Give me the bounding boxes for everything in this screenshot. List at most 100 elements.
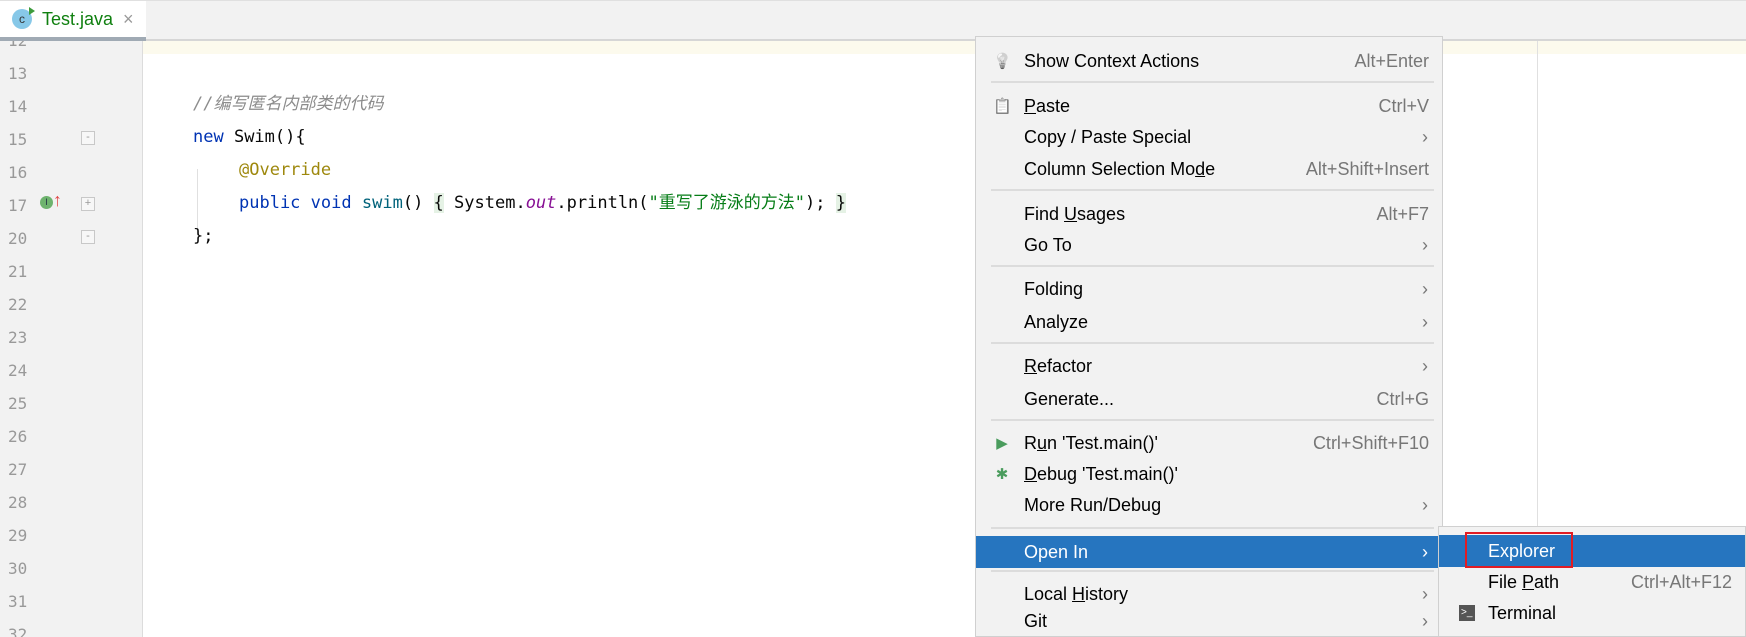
submenu-arrow-icon: › — [1422, 278, 1428, 299]
submenu-arrow-icon: › — [1422, 494, 1428, 515]
submenu-arrow-icon: › — [1422, 355, 1428, 376]
code-text: }; — [193, 226, 214, 246]
menu-item-paste[interactable]: 📋 Paste Ctrl+V — [976, 90, 1442, 122]
debug-bug-icon: ✱ — [995, 466, 1009, 483]
editor-context-menu: 💡 Show Context Actions Alt+Enter 📋 Paste Ctrl… — [975, 36, 1443, 637]
menu-item-generate[interactable]: Generate... Ctrl+G — [976, 383, 1442, 415]
editor-tab-bar: c Test.java × — [0, 0, 1746, 41]
submenu-item-label: Terminal — [1488, 602, 1557, 623]
menu-item-open-in[interactable]: Open In › — [976, 536, 1442, 568]
menu-item-more-run-debug[interactable]: More Run/Debug › — [976, 489, 1442, 521]
menu-item-label: Run 'Test.main()' — [1024, 432, 1158, 453]
menu-separator — [991, 189, 1434, 191]
terminal-icon: >_ — [1459, 605, 1475, 621]
lightbulb-icon: 💡 — [993, 53, 1012, 70]
line-number: 22 — [8, 295, 28, 314]
line-number: 31 — [8, 592, 28, 611]
menu-separator — [991, 527, 1434, 529]
line-number: 16 — [8, 163, 28, 182]
line-number: 30 — [8, 559, 28, 578]
shortcut: Alt+Enter — [1354, 50, 1429, 71]
editor-gutter: 12 13 14 15 16 17 20 21 22 23 24 25 26 27 28 29 30 31 32 — [0, 41, 143, 637]
code-line-15: new Swim(){ — [193, 121, 306, 154]
menu-item-show-context-actions[interactable]: 💡 Show Context Actions Alt+Enter — [976, 45, 1442, 77]
line-number: 29 — [8, 526, 28, 545]
menu-item-label: Paste — [1024, 95, 1071, 116]
menu-item-find-usages[interactable]: Find Usages Alt+F7 — [976, 198, 1442, 230]
menu-item-label: Analyze — [1024, 311, 1089, 332]
tab-test-java[interactable]: c Test.java × — [0, 1, 146, 41]
submenu-arrow-icon: › — [1422, 541, 1428, 562]
menu-item-label: Debug 'Test.main()' — [1024, 463, 1178, 484]
submenu-arrow-icon: › — [1422, 126, 1428, 147]
menu-item-label: Show Context Actions — [1024, 50, 1200, 71]
clipboard-icon: 📋 — [993, 98, 1012, 115]
submenu-arrow-icon: › — [1422, 610, 1428, 631]
line-number: 26 — [8, 427, 28, 446]
submenu-item-label: File Path — [1488, 571, 1560, 592]
menu-separator — [991, 342, 1434, 344]
current-line-highlight — [143, 41, 1746, 54]
keyword: public — [239, 193, 301, 213]
menu-separator — [991, 265, 1434, 267]
line-number: 28 — [8, 493, 28, 512]
code-text: Swim(){ — [223, 127, 306, 147]
menu-item-run-test-main[interactable]: ▶ Run 'Test.main()' Ctrl+Shift+F10 — [976, 427, 1442, 459]
menu-item-git[interactable]: Git › — [976, 605, 1442, 637]
menu-separator — [991, 570, 1434, 572]
menu-item-debug-test-main[interactable]: ✱ Debug 'Test.main()' — [976, 458, 1442, 490]
fold-collapse-icon[interactable]: - — [81, 131, 95, 145]
annotation: @Override — [239, 160, 332, 180]
menu-item-label: Column Selection Mode — [1024, 158, 1216, 179]
implementing-arrow-icon[interactable]: ↑ — [53, 190, 62, 210]
comment: //编写匿名内部类的代码 — [193, 94, 384, 114]
line-number: 23 — [8, 328, 28, 347]
submenu-item-file-path[interactable]: File Path Ctrl+Alt+F12 — [1439, 566, 1745, 598]
code-line-20: }; — [193, 220, 213, 253]
menu-item-refactor[interactable]: Refactor › — [976, 350, 1442, 382]
line-number: 27 — [8, 460, 28, 479]
code-line-14: //编写匿名内部类的代码 — [193, 88, 383, 121]
code-line-17: public void swim() { System.out.println(… — [239, 187, 846, 220]
shortcut: Ctrl+Shift+F10 — [1312, 432, 1429, 453]
method-name: swim — [361, 193, 403, 213]
code-text: .println( — [556, 193, 649, 213]
menu-item-label: Git — [1024, 610, 1048, 631]
shortcut: Alt+Shift+Insert — [1305, 158, 1429, 179]
menu-item-copy-paste-special[interactable]: Copy / Paste Special › — [976, 121, 1442, 153]
code-text: () — [402, 193, 434, 213]
keyword: void — [310, 193, 352, 213]
keyword: new — [193, 127, 224, 147]
tab-label: Test.java — [42, 8, 114, 29]
line-number: 21 — [8, 262, 28, 281]
fold-expand-icon[interactable]: + — [81, 197, 95, 211]
close-tab-icon[interactable]: × — [123, 9, 134, 30]
field: out — [525, 193, 557, 213]
shortcut: Ctrl+Alt+F12 — [1630, 571, 1732, 592]
menu-item-go-to[interactable]: Go To › — [976, 229, 1442, 261]
menu-item-column-selection-mode[interactable]: Column Selection Mode Alt+Shift+Insert — [976, 153, 1442, 185]
menu-item-folding[interactable]: Folding › — [976, 273, 1442, 305]
line-number: 25 — [8, 394, 28, 413]
menu-item-label: Refactor — [1024, 355, 1093, 376]
menu-item-label: Open In — [1024, 541, 1089, 562]
brace: } — [835, 193, 846, 213]
line-number: 14 — [8, 97, 28, 116]
menu-item-label: Folding — [1024, 278, 1084, 299]
annotation-red-box — [1465, 532, 1573, 568]
line-number: 13 — [8, 64, 28, 83]
submenu-item-terminal[interactable]: >_ Terminal — [1439, 597, 1745, 629]
menu-item-analyze[interactable]: Analyze › — [976, 306, 1442, 338]
fold-end-icon[interactable]: - — [81, 230, 95, 244]
implements-gutter-icon[interactable]: I — [40, 196, 53, 209]
menu-item-label: Copy / Paste Special — [1024, 126, 1192, 147]
menu-item-label: Find Usages — [1024, 203, 1126, 224]
line-number: 15 — [8, 130, 28, 149]
menu-separator — [991, 81, 1434, 83]
line-number: 20 — [8, 229, 28, 248]
brace: { — [433, 193, 444, 213]
java-class-icon: c — [12, 7, 35, 29]
shortcut: Alt+F7 — [1376, 203, 1429, 224]
line-number: 24 — [8, 361, 28, 380]
code-text: System. — [443, 193, 526, 213]
